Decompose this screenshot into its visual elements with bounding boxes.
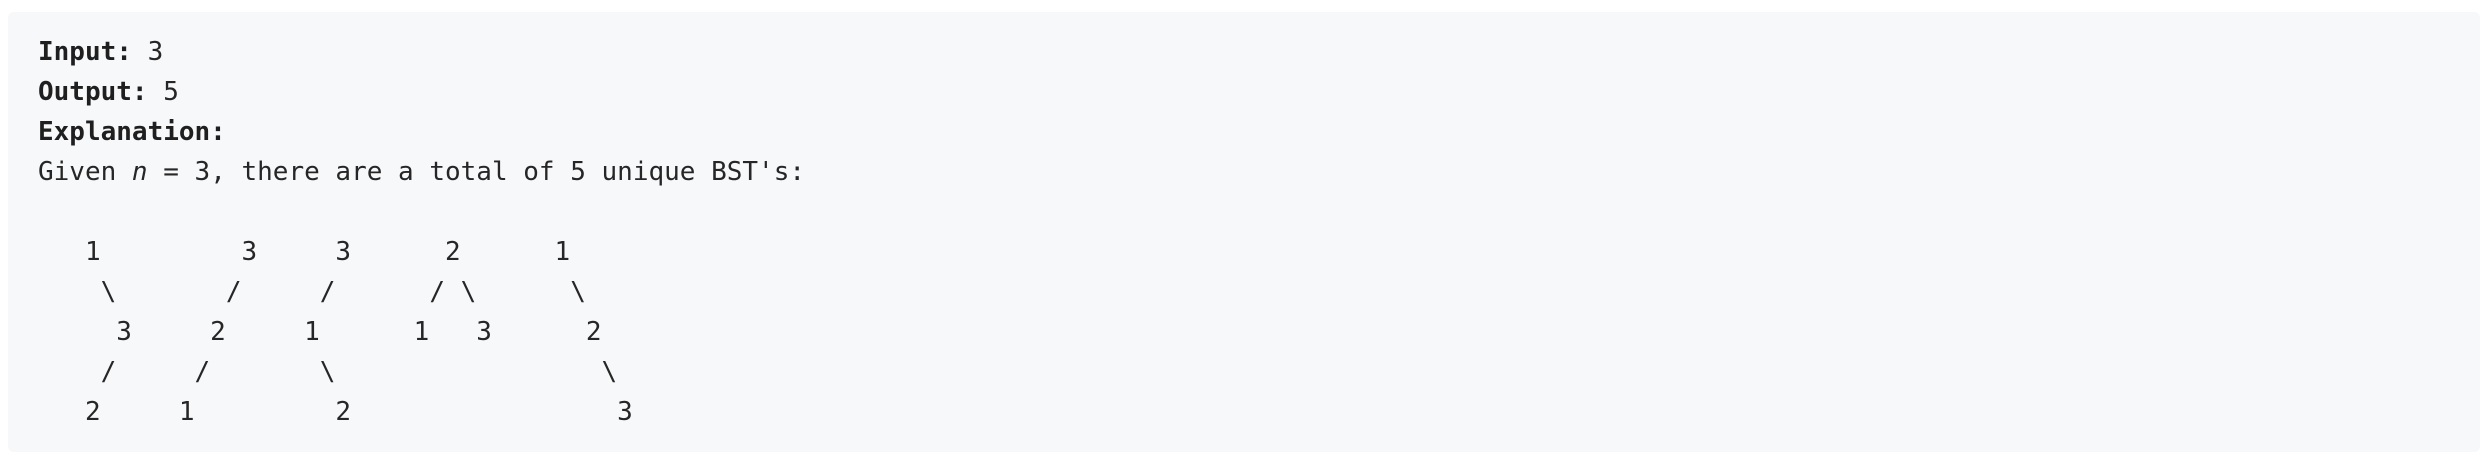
tree-line-2: \ / / / \ \ bbox=[38, 277, 586, 307]
tree-line-3: 3 2 1 1 3 2 bbox=[38, 317, 602, 347]
explanation-text: Given n = 3, there are a total of 5 uniq… bbox=[38, 152, 2450, 192]
tree-line-5: 2 1 2 3 bbox=[38, 397, 633, 427]
tree-line-1: 1 3 3 2 1 bbox=[38, 237, 571, 267]
explanation-suffix: = 3, there are a total of 5 unique BST's… bbox=[147, 157, 806, 187]
output-line: Output: 5 bbox=[38, 72, 2450, 112]
input-value: 3 bbox=[131, 37, 164, 67]
explanation-label: Explanation: bbox=[38, 117, 226, 147]
explanation-variable: n bbox=[131, 157, 148, 187]
input-label: Input: bbox=[38, 37, 132, 67]
explanation-label-line: Explanation: bbox=[38, 112, 2450, 152]
tree-line-4: / / \ \ bbox=[38, 357, 618, 387]
output-label: Output: bbox=[38, 77, 148, 107]
output-value: 5 bbox=[147, 77, 179, 107]
example-code-block: Input: 3 Output: 5 Explanation: Given n … bbox=[8, 12, 2480, 452]
explanation-prefix: Given bbox=[38, 157, 132, 187]
input-line: Input: 3 bbox=[38, 32, 2450, 72]
